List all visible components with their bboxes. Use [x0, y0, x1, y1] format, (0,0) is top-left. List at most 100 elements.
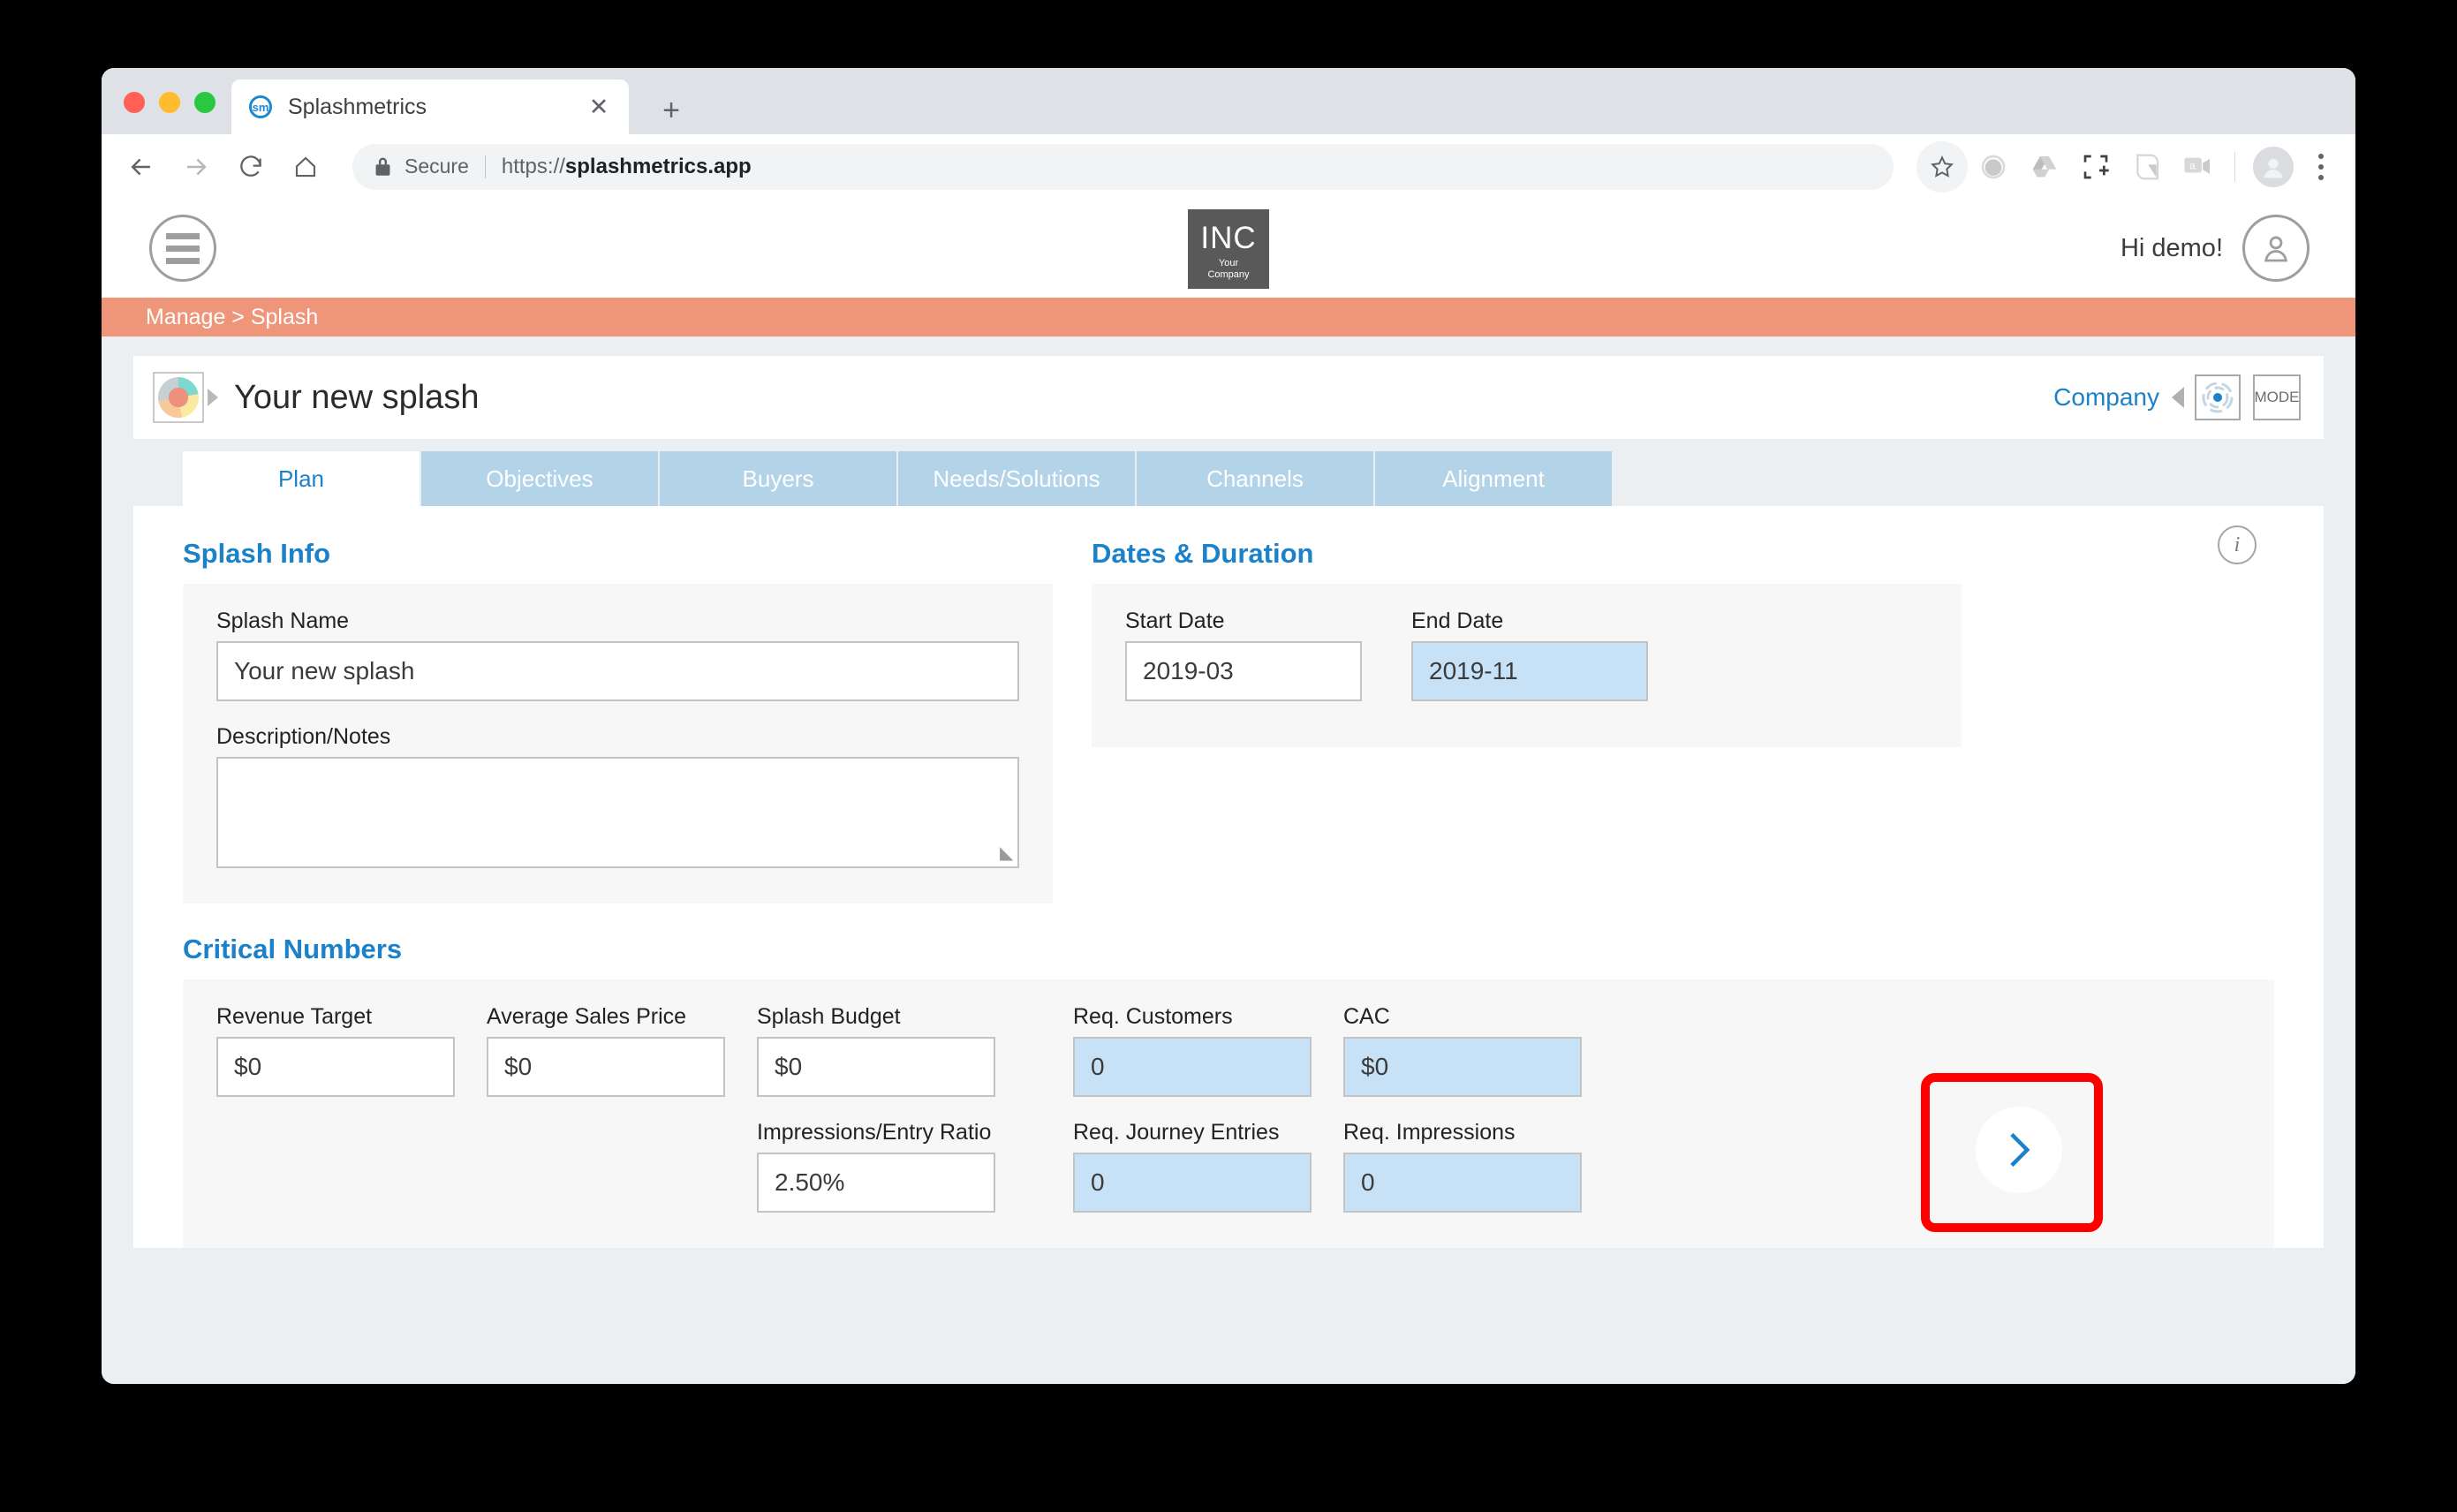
splash-name-label: Splash Name	[216, 609, 350, 633]
home-icon[interactable]	[278, 140, 333, 194]
start-date-field: Start Date 2019-03	[1125, 609, 1362, 701]
browser-tab-strip: sm Splashmetrics ✕ +	[102, 68, 2355, 134]
address-bar[interactable]: Secure https://splashmetrics.app	[352, 143, 1894, 190]
forward-icon[interactable]	[169, 140, 223, 194]
cac-field: CAC $0	[1343, 1004, 1582, 1097]
critical-numbers-card: Revenue Target $0 Average Sales Price $0	[183, 979, 2274, 1248]
target-toggle-button[interactable]	[2195, 374, 2241, 420]
next-step-button[interactable]	[1976, 1107, 2062, 1193]
cac-column: CAC $0 Req. Impressions 0	[1343, 1004, 1582, 1213]
tab-bar: Plan Objectives Buyers Needs/Solutions C…	[133, 451, 2324, 506]
cac-label: CAC	[1343, 1004, 1390, 1029]
close-window-button[interactable]	[124, 92, 145, 113]
browser-toolbar: Secure https://splashmetrics.app a	[102, 134, 2355, 199]
description-label: Description/Notes	[216, 724, 391, 749]
omnibox-divider	[484, 155, 486, 178]
tab-alignment[interactable]: Alignment	[1375, 451, 1612, 506]
breadcrumb-text[interactable]: Manage > Splash	[146, 305, 318, 330]
company-toggle-label[interactable]: Company	[2053, 383, 2159, 412]
reload-icon[interactable]	[223, 140, 278, 194]
tab-channels[interactable]: Channels	[1137, 451, 1373, 506]
splash-info-heading: Splash Info	[183, 538, 331, 569]
splash-name-input[interactable]: Your new splash	[216, 641, 1019, 701]
more-menu-icon[interactable]	[2301, 141, 2341, 193]
splash-budget-input[interactable]: $0	[757, 1037, 995, 1097]
logo-sub-line1: Your	[1218, 258, 1239, 269]
description-field: Description/Notes ◢	[216, 724, 1019, 868]
video-chat-icon[interactable]: a	[2173, 141, 2224, 193]
average-sales-price-input[interactable]: $0	[487, 1037, 725, 1097]
tab-needs-solutions[interactable]: Needs/Solutions	[898, 451, 1135, 506]
toolbar-divider	[2234, 151, 2235, 182]
average-sales-price-label: Average Sales Price	[487, 1004, 687, 1029]
average-sales-price-column: Average Sales Price $0	[487, 1004, 725, 1213]
impressions-ratio-field: Impressions/Entry Ratio 2.50%	[757, 1120, 995, 1213]
new-tab-button[interactable]: +	[654, 94, 689, 130]
page-title: Your new splash	[234, 378, 480, 416]
close-tab-icon[interactable]: ✕	[585, 93, 613, 121]
bookmark-star-icon[interactable]	[1916, 140, 1968, 193]
chevron-right-icon	[2010, 1132, 2030, 1168]
screenshot-crop-icon[interactable]	[2070, 141, 2121, 193]
mode-button[interactable]: MODE	[2253, 374, 2301, 420]
user-area: Hi demo!	[2121, 215, 2310, 282]
breadcrumb[interactable]: Manage > Splash	[102, 298, 2355, 336]
lock-icon	[374, 155, 392, 178]
impressions-ratio-label: Impressions/Entry Ratio	[757, 1120, 992, 1145]
start-date-input[interactable]: 2019-03	[1125, 641, 1362, 701]
mode-toggle-group: Company MODE	[2053, 374, 2301, 420]
url-scheme: https://	[501, 154, 565, 178]
end-date-input[interactable]: 2019-11	[1411, 641, 1648, 701]
splash-budget-field: Splash Budget $0	[757, 1004, 995, 1097]
browser-tab[interactable]: sm Splashmetrics ✕	[231, 79, 629, 134]
end-date-label: End Date	[1411, 609, 1504, 633]
tab-buyers[interactable]: Buyers	[660, 451, 896, 506]
toolbar-icons: a	[1916, 140, 2355, 193]
evernote-icon[interactable]	[2121, 141, 2173, 193]
splash-info-section: Splash Info Splash Name Your new splash …	[183, 538, 1053, 903]
req-customers-label: Req. Customers	[1073, 1004, 1233, 1029]
description-textarea[interactable]: ◢	[216, 757, 1019, 868]
hamburger-menu-icon[interactable]	[149, 215, 216, 282]
splash-budget-label: Splash Budget	[757, 1004, 901, 1029]
cac-input[interactable]: $0	[1343, 1037, 1582, 1097]
revenue-target-label: Revenue Target	[216, 1004, 373, 1029]
maximize-window-button[interactable]	[194, 92, 215, 113]
google-drive-icon[interactable]	[2019, 141, 2070, 193]
tab-plan[interactable]: Plan	[183, 451, 420, 506]
dates-card: Start Date 2019-03 End Date 2019-11	[1092, 584, 1962, 747]
window-controls[interactable]	[124, 92, 215, 113]
impressions-ratio-input[interactable]: 2.50%	[757, 1153, 995, 1213]
end-date-field: End Date 2019-11	[1411, 609, 1648, 701]
req-impressions-input[interactable]: 0	[1343, 1153, 1582, 1213]
user-avatar-icon[interactable]	[2242, 215, 2310, 282]
critical-numbers-section: Critical Numbers Revenue Target $0 Avera…	[133, 934, 2324, 1248]
toggle-left-caret-icon[interactable]	[2172, 387, 2184, 408]
splash-budget-column: Splash Budget $0 Impressions/Entry Ratio…	[757, 1004, 995, 1213]
app-header: INC Your Company Hi demo!	[102, 199, 2355, 298]
resize-grip-icon[interactable]: ◢	[1000, 842, 1013, 864]
top-sections: Splash Info Splash Name Your new splash …	[133, 538, 2324, 903]
revenue-target-field: Revenue Target $0	[216, 1004, 455, 1097]
dates-duration-heading: Dates & Duration	[1092, 538, 1314, 569]
splashmetrics-favicon-icon: sm	[247, 94, 274, 120]
page-viewport: INC Your Company Hi demo! Manage > Splas…	[102, 199, 2355, 1384]
profile-avatar-icon[interactable]	[2253, 146, 2294, 187]
start-date-label: Start Date	[1125, 609, 1225, 633]
column-spacer	[1027, 1004, 1073, 1213]
extension-circle-icon[interactable]	[1968, 141, 2019, 193]
logo-subtitle: Your Company	[1207, 258, 1249, 280]
info-icon[interactable]: i	[2218, 525, 2257, 564]
revenue-target-input[interactable]: $0	[216, 1037, 455, 1097]
req-customers-input[interactable]: 0	[1073, 1037, 1312, 1097]
minimize-window-button[interactable]	[159, 92, 180, 113]
req-journey-entries-input[interactable]: 0	[1073, 1153, 1312, 1213]
tab-objectives[interactable]: Objectives	[421, 451, 658, 506]
browser-window: sm Splashmetrics ✕ + Secure https://spla…	[102, 68, 2355, 1384]
dates-duration-section: Dates & Duration Start Date 2019-03 End …	[1092, 538, 1962, 903]
navigation-buttons	[114, 140, 333, 194]
back-icon[interactable]	[114, 140, 169, 194]
url-text: https://splashmetrics.app	[502, 155, 752, 179]
req-journey-entries-label: Req. Journey Entries	[1073, 1120, 1280, 1145]
revenue-target-column: Revenue Target $0	[216, 1004, 455, 1213]
